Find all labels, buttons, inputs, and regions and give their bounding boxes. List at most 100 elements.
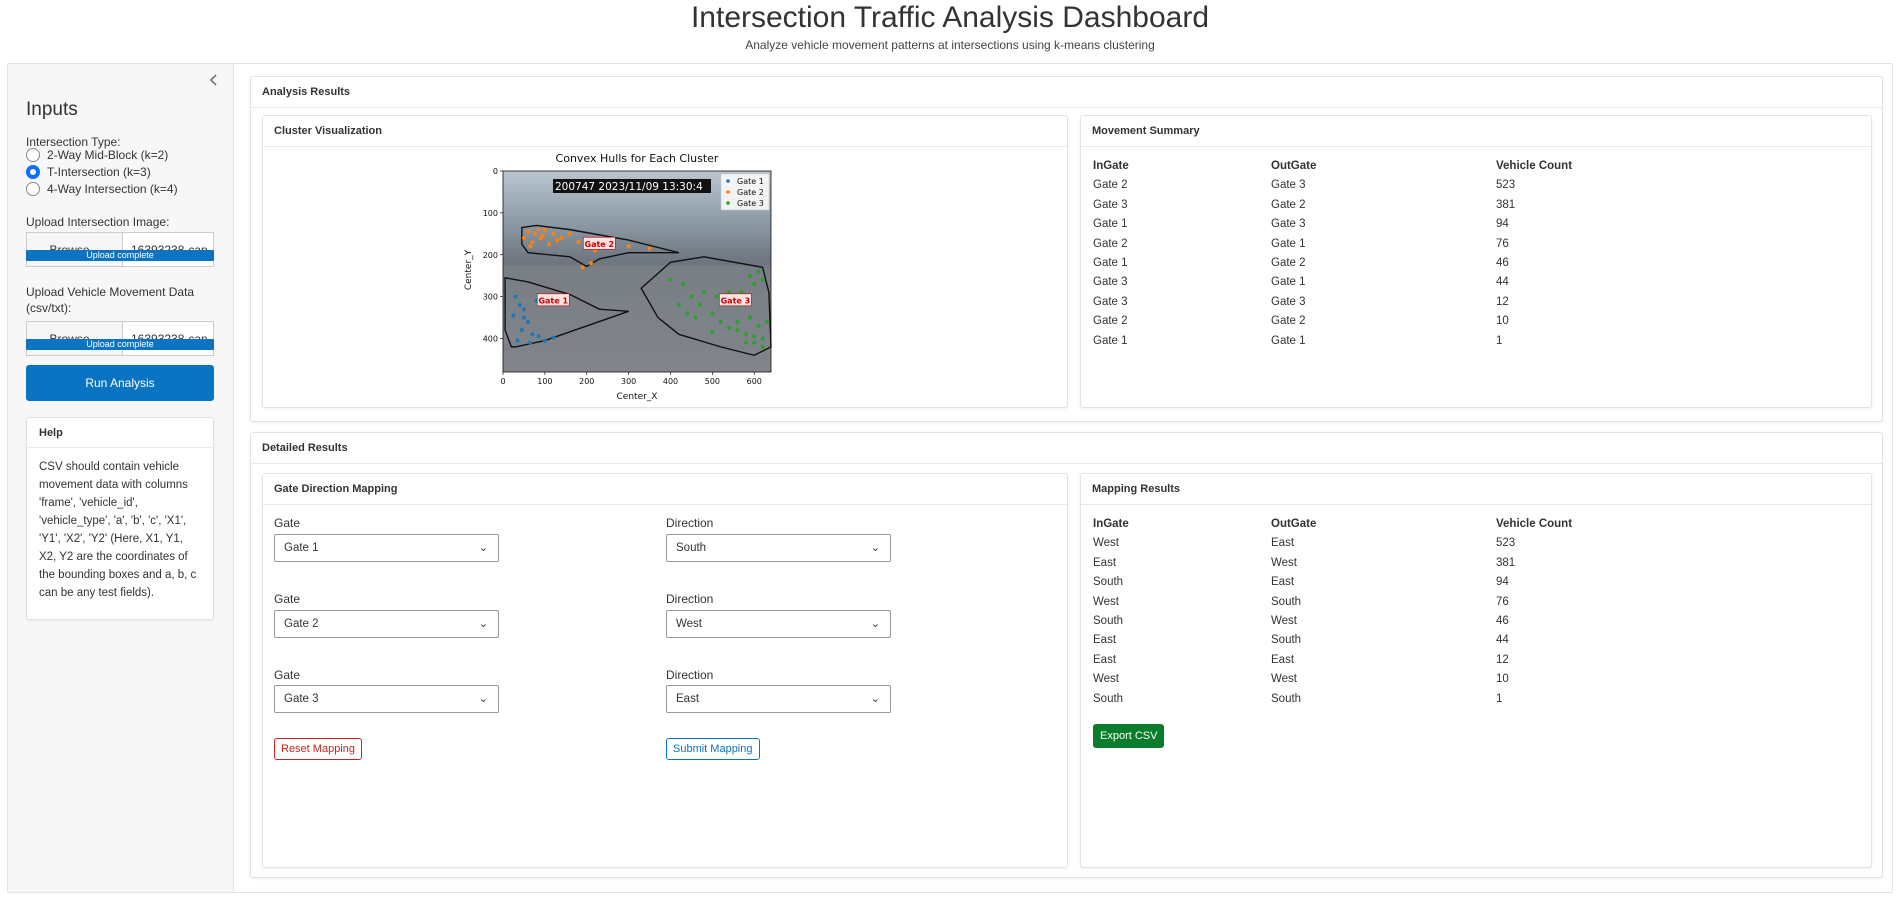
cell-vehicle-count: 12 — [1496, 653, 1509, 666]
cluster-chart: Convex Hulls for Each Cluster 200747 202… — [464, 152, 772, 402]
gate-label: Gate — [274, 592, 301, 606]
chevron-down-icon: ⌄ — [478, 542, 488, 554]
data-point — [760, 344, 765, 349]
cell-ingate: South — [1093, 576, 1124, 589]
gate-select-1[interactable]: Gate 1 ⌄ — [274, 534, 499, 562]
data-point — [551, 231, 556, 236]
cell-outgate: Gate 2 — [1271, 198, 1306, 211]
radio-4-way[interactable]: 4-Way Intersection (k=4) — [26, 182, 178, 196]
cell-ingate: Gate 3 — [1093, 276, 1128, 289]
table-row: Gate 2 Gate 1 76 — [1093, 235, 1616, 254]
run-analysis-button[interactable]: Run Analysis — [26, 365, 214, 401]
data-upload-label: Upload Vehicle Movement Data (csv/txt): — [26, 285, 195, 315]
data-point — [710, 330, 715, 335]
table-row: Gate 2 Gate 3 523 — [1093, 176, 1616, 195]
table-header-row: InGate OutGate Vehicle Count — [1093, 515, 1616, 534]
x-tick-label: 200 — [579, 377, 594, 386]
data-point — [743, 332, 748, 337]
cell-ingate: East — [1093, 653, 1117, 666]
direction-select-1[interactable]: South ⌄ — [666, 534, 891, 562]
x-tick-label: 100 — [537, 377, 552, 386]
cell-vehicle-count: 381 — [1496, 556, 1516, 569]
data-point — [714, 294, 719, 299]
data-point — [546, 242, 552, 247]
direction-select-2[interactable]: West ⌄ — [666, 610, 891, 638]
data-point — [718, 319, 723, 324]
cell-ingate: East — [1093, 634, 1117, 647]
cell-outgate: West — [1271, 556, 1297, 569]
radio-label: T-Intersection (k=3) — [47, 165, 151, 179]
cell-vehicle-count: 381 — [1496, 198, 1516, 211]
data-point — [647, 246, 652, 251]
sidebar: Inputs Intersection Type: 2-Way Mid-Bloc… — [8, 64, 234, 892]
cell-ingate: Gate 3 — [1093, 198, 1128, 211]
x-tick-label: 300 — [621, 377, 636, 386]
cell-outgate: Gate 3 — [1271, 179, 1306, 192]
col-ingate: InGate — [1093, 518, 1129, 530]
cluster-visualization-title: Cluster Visualization — [263, 116, 1067, 147]
cell-vehicle-count: 10 — [1496, 315, 1509, 328]
detailed-results-title: Detailed Results — [251, 433, 1882, 464]
chevron-down-icon: ⌄ — [870, 618, 880, 630]
data-point — [511, 313, 516, 318]
cell-vehicle-count: 523 — [1496, 537, 1516, 550]
data-point — [752, 340, 757, 345]
cell-outgate: West — [1271, 614, 1297, 627]
cell-outgate: East — [1271, 537, 1295, 550]
cell-ingate: Gate 1 — [1093, 218, 1128, 231]
table-row: Gate 2 Gate 2 10 — [1093, 312, 1616, 331]
table-row: South East 94 — [1093, 573, 1616, 592]
radio-label: 2-Way Mid-Block (k=2) — [47, 148, 169, 162]
chevron-down-icon: ⌄ — [870, 542, 880, 554]
cell-ingate: East — [1093, 556, 1117, 569]
gate-select-3[interactable]: Gate 3 ⌄ — [274, 685, 499, 713]
data-point — [735, 328, 740, 333]
analysis-results-card: Analysis Results Cluster Visualization C… — [250, 76, 1883, 422]
cell-outgate: South — [1271, 595, 1302, 608]
cell-ingate: Gate 2 — [1093, 179, 1128, 192]
submit-mapping-button[interactable]: Submit Mapping — [666, 738, 760, 760]
cell-outgate: South — [1271, 634, 1302, 647]
gate-direction-mapping-card: Gate Direction Mapping Gate Gate 1 ⌄ Dire… — [262, 473, 1068, 868]
data-point — [528, 340, 533, 345]
radio-t-intersection[interactable]: T-Intersection (k=3) — [26, 165, 151, 179]
data-point — [559, 235, 564, 241]
gate-label: Gate — [274, 516, 301, 530]
table-row: South West 46 — [1093, 612, 1616, 631]
radio-circle[interactable] — [26, 148, 40, 162]
radio-2-way[interactable]: 2-Way Mid-Block (k=2) — [26, 148, 168, 162]
cell-ingate: Gate 3 — [1093, 295, 1128, 308]
data-point — [693, 315, 698, 320]
y-tick-label: 200 — [483, 251, 498, 260]
export-csv-button[interactable]: Export CSV — [1093, 724, 1165, 748]
intersection-type-label: Intersection Type: — [26, 135, 121, 149]
chart-ylabel: Center_Y — [464, 249, 474, 290]
image-upload-label: Upload Intersection Image: — [26, 215, 170, 229]
help-card: Help CSV should contain vehicle movement… — [26, 417, 214, 620]
direction-label: Direction — [666, 668, 714, 682]
data-point — [551, 335, 556, 340]
radio-circle[interactable] — [26, 182, 40, 196]
legend-marker — [726, 201, 730, 205]
reset-mapping-button[interactable]: Reset Mapping — [274, 738, 362, 760]
gate-select-value: Gate 1 — [284, 542, 319, 554]
table-row: Gate 3 Gate 3 12 — [1093, 293, 1616, 312]
gate-select-2[interactable]: Gate 2 ⌄ — [274, 610, 499, 638]
page-title: Intersection Traffic Analysis Dashboard — [690, 1, 1210, 34]
data-point — [517, 302, 522, 308]
table-row: East West 381 — [1093, 554, 1616, 573]
cell-vehicle-count: 12 — [1496, 295, 1509, 308]
cell-vehicle-count: 44 — [1496, 276, 1509, 289]
chevron-left-icon[interactable] — [209, 73, 219, 90]
data-point — [542, 227, 547, 232]
upload-progress-bar: Upload complete — [26, 250, 214, 261]
cluster-label: Gate 1 — [538, 296, 568, 305]
data-point — [697, 302, 702, 308]
cell-outgate: Gate 2 — [1271, 256, 1306, 269]
cell-outgate: Gate 3 — [1271, 218, 1306, 231]
direction-select-3[interactable]: East ⌄ — [666, 685, 891, 713]
legend-marker — [726, 190, 730, 194]
data-point — [542, 338, 547, 343]
radio-circle-selected[interactable] — [26, 165, 40, 179]
legend-label: Gate 1 — [737, 177, 764, 186]
